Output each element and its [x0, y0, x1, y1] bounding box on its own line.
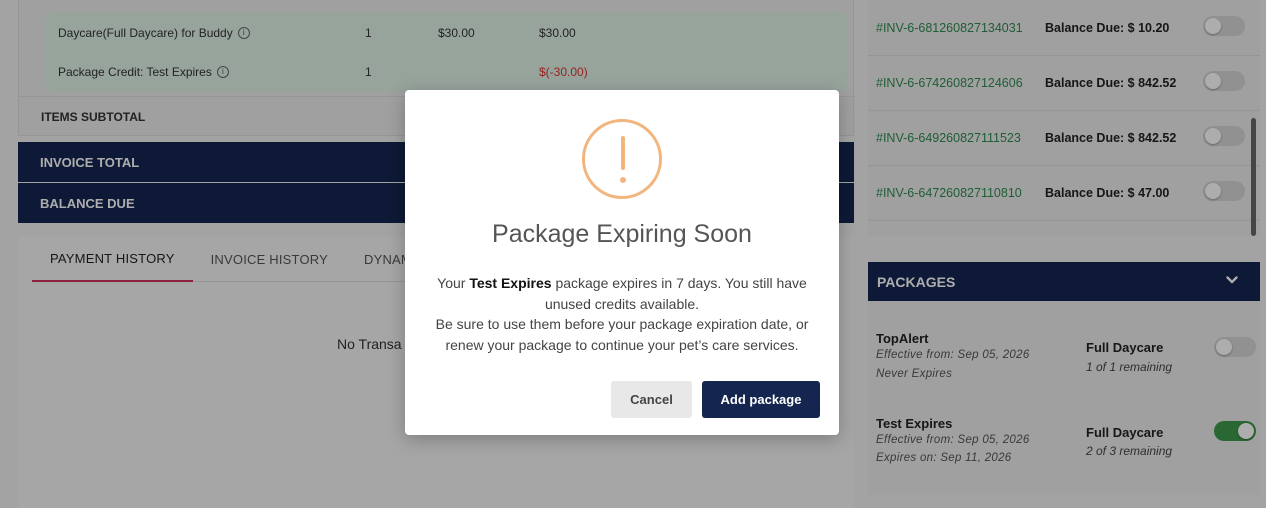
modal-text-prefix: Your: [437, 275, 470, 291]
exclamation-dot: [620, 177, 626, 183]
modal-message: Your Test Expires package expires in 7 d…: [425, 273, 819, 355]
exclamation-circle-icon: [582, 119, 662, 199]
package-expiring-modal: Package Expiring Soon Your Test Expires …: [405, 90, 839, 435]
exclamation-bar: [621, 136, 625, 170]
modal-text-suffix: package expires in 7 days. You still hav…: [544, 275, 807, 312]
cancel-button[interactable]: Cancel: [611, 381, 692, 418]
modal-package-name: Test Expires: [469, 275, 552, 291]
modal-text-line2: Be sure to use them before your package …: [435, 316, 809, 353]
add-package-button[interactable]: Add package: [702, 381, 820, 418]
modal-title: Package Expiring Soon: [492, 220, 752, 248]
